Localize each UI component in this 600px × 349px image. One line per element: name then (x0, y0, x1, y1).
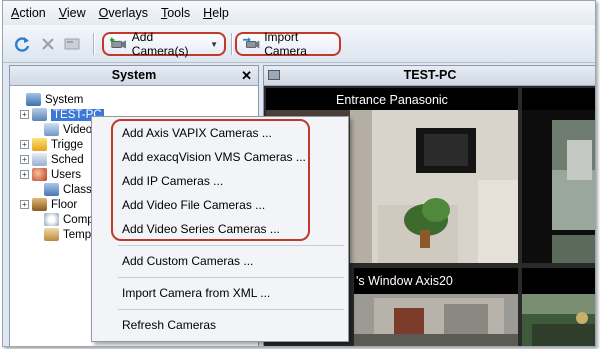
tree-item-label: System (45, 93, 84, 106)
add-camera-icon (110, 37, 127, 49)
toolbar-separator (231, 33, 232, 55)
video-feed[interactable] (522, 268, 595, 346)
tree-item-label: Floor (51, 198, 78, 211)
menu-separator (118, 277, 344, 278)
compute-icon (44, 213, 59, 226)
menu-action[interactable]: Action (11, 6, 46, 20)
toolbar: Add Camera(s) ▼ Import Camera (3, 25, 595, 63)
add-cameras-menu: Add Axis VAPIX Cameras ... Add exacqVisi… (91, 116, 349, 342)
expand-icon[interactable]: + (20, 200, 29, 209)
video-panel-title: TEST-PC (403, 68, 457, 82)
feed-title: 's Window Axis20 (356, 274, 453, 288)
menu-item-add-video-series[interactable]: Add Video Series Cameras ... (122, 222, 280, 236)
menu-view[interactable]: View (59, 6, 86, 20)
video-panel-header: TEST-PC (264, 66, 595, 86)
menu-item-add-ip-cameras[interactable]: Add IP Cameras ... (122, 174, 223, 188)
floor-icon (32, 198, 47, 211)
video-feed[interactable] (522, 88, 595, 263)
template-icon (44, 228, 59, 241)
menu-help[interactable]: Help (203, 6, 229, 20)
camera-image (522, 294, 595, 346)
camera-image (354, 294, 518, 346)
system-panel-header: System ✕ (10, 66, 258, 86)
expand-icon[interactable]: + (20, 170, 29, 179)
tree-item-label: Video (63, 123, 93, 136)
import-camera-icon (243, 37, 260, 49)
classification-icon (44, 183, 59, 196)
menu-item-add-custom[interactable]: Add Custom Cameras ... (122, 254, 253, 268)
add-cameras-button[interactable]: Add Camera(s) ▼ (102, 30, 226, 58)
tree-item-label: Temp (63, 228, 92, 241)
menu-separator (118, 309, 344, 310)
camera-image (522, 110, 595, 263)
menu-bar: Action View Overlays Tools Help (3, 1, 595, 25)
menu-item-import-xml[interactable]: Import Camera from XML ... (122, 286, 270, 300)
schedule-icon (32, 153, 47, 166)
feed-title: Entrance Panasonic (336, 93, 448, 107)
trigger-icon (32, 138, 47, 151)
refresh-icon[interactable] (13, 35, 31, 53)
tree-item-system[interactable]: System (14, 92, 258, 107)
menu-item-add-exacqvision[interactable]: Add exacqVision VMS Cameras ... (122, 150, 306, 164)
tree-item-label: Classi (63, 183, 95, 196)
properties-icon[interactable] (63, 35, 81, 53)
tree-item-label: Users (51, 168, 82, 181)
expand-icon[interactable]: + (20, 110, 29, 119)
import-camera-label: Import Camera (264, 30, 307, 58)
tree-item-label: Trigge (51, 138, 84, 151)
system-panel-title: System (111, 68, 157, 82)
menu-tools[interactable]: Tools (161, 6, 190, 20)
video-icon (44, 123, 59, 136)
toolbar-separator (93, 33, 94, 55)
video-feed[interactable]: 's Window Axis20 (354, 268, 518, 346)
menu-item-add-video-file[interactable]: Add Video File Cameras ... (122, 198, 265, 212)
app-window: Action View Overlays Tools Help Add Came… (2, 0, 596, 347)
menu-overlays[interactable]: Overlays (99, 6, 148, 20)
menu-separator (118, 245, 344, 246)
tree-item-label: Sched (51, 153, 84, 166)
menu-item-refresh[interactable]: Refresh Cameras (122, 318, 216, 332)
expand-icon[interactable]: + (20, 140, 29, 149)
tree-item-label: Comp (63, 213, 94, 226)
close-icon[interactable]: ✕ (241, 66, 252, 85)
delete-icon[interactable] (39, 35, 57, 53)
monitor-icon (268, 70, 280, 80)
server-icon (32, 108, 47, 121)
add-cameras-label: Add Camera(s) (131, 30, 189, 58)
import-camera-button[interactable]: Import Camera (235, 30, 341, 58)
expand-icon[interactable]: + (20, 155, 29, 164)
system-icon (26, 93, 41, 106)
menu-item-add-axis-vapix[interactable]: Add Axis VAPIX Cameras ... (122, 126, 272, 140)
dropdown-arrow-icon[interactable]: ▼ (210, 40, 218, 49)
users-icon (32, 168, 47, 181)
